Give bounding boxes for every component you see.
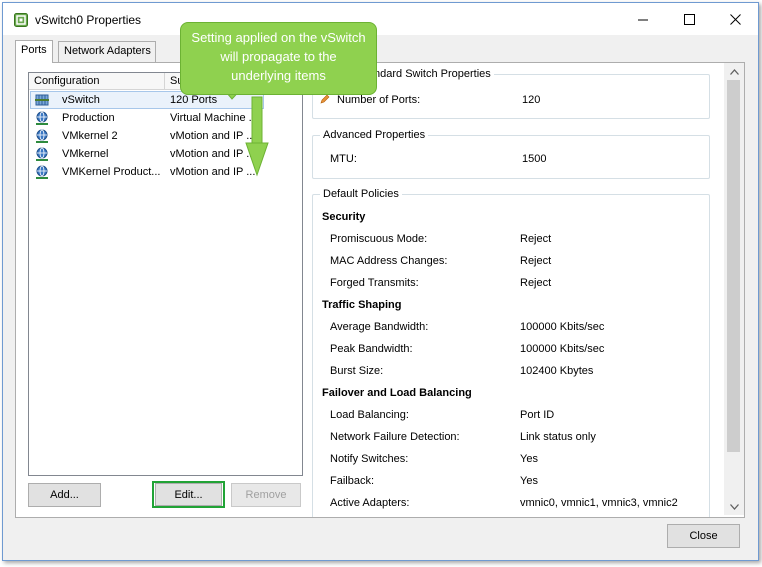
- mac-address-changes-label: MAC Address Changes:: [330, 255, 448, 267]
- peak-bandwidth-label: Peak Bandwidth:: [330, 343, 413, 355]
- network-failure-detection-value: Link status only: [520, 431, 596, 443]
- list-item-name: VMkernel: [62, 148, 109, 160]
- tab-network-adapters-label: Network Adapters: [64, 45, 151, 57]
- scroll-up-button[interactable]: [724, 63, 744, 80]
- list-item-name: VMKernel Product...: [62, 166, 161, 178]
- group-title: Default Policies: [320, 188, 402, 200]
- load-balancing-value: Port ID: [520, 409, 555, 421]
- chevron-up-icon: [729, 68, 739, 75]
- group-title: ndard Switch Properties: [371, 68, 494, 80]
- network-icon: [36, 165, 48, 179]
- add-button-label: Add...: [50, 489, 79, 501]
- close-button-label: Close: [689, 530, 718, 542]
- properties-panel: ndard Switch Properties Number of Ports:…: [312, 65, 742, 517]
- tab-ports[interactable]: Ports: [15, 40, 53, 63]
- add-button[interactable]: Add...: [28, 483, 101, 507]
- number-of-ports-value: 120: [522, 94, 541, 106]
- forged-transmits-label: Forged Transmits:: [330, 277, 419, 289]
- burst-size-value: 102400 Kbytes: [520, 365, 594, 377]
- chevron-down-icon: [729, 503, 739, 510]
- promiscuous-mode-value: Reject: [520, 233, 552, 245]
- burst-size-label: Burst Size:: [330, 365, 384, 377]
- mtu-label: MTU:: [330, 153, 357, 165]
- remove-button[interactable]: Remove: [231, 483, 301, 507]
- average-bandwidth-value: 100000 Kbits/sec: [520, 321, 605, 333]
- edit-button-label: Edit...: [174, 488, 203, 501]
- list-item-name: Production: [62, 112, 115, 124]
- notify-switches-label: Notify Switches:: [330, 453, 409, 465]
- scrollbar-thumb[interactable]: [727, 80, 740, 452]
- failover-section-header: Failover and Load Balancing: [322, 387, 472, 399]
- minimize-icon: [637, 19, 648, 20]
- close-window-button[interactable]: [712, 3, 758, 35]
- network-icon: [36, 129, 48, 143]
- maximize-button[interactable]: [666, 3, 712, 35]
- promiscuous-mode-label: Promiscuous Mode:: [330, 233, 428, 245]
- active-adapters-value: vmnic0, vmnic1, vmnic3, vmnic2: [520, 497, 678, 509]
- peak-bandwidth-value: 100000 Kbits/sec: [520, 343, 605, 355]
- active-adapters-label: Active Adapters:: [330, 497, 410, 509]
- title-bar: vSwitch0 Properties: [3, 3, 758, 35]
- window-title: vSwitch0 Properties: [35, 13, 142, 27]
- mac-address-changes-value: Reject: [520, 255, 552, 267]
- network-failure-detection-label: Network Failure Detection:: [330, 431, 460, 443]
- close-button[interactable]: Close: [667, 524, 740, 548]
- notify-switches-value: Yes: [520, 453, 538, 465]
- vsphere-app-icon: [14, 13, 28, 27]
- mtu-value: 1500: [522, 153, 547, 165]
- ports-tab-panel: Configuration Su vSwitch 120 Ports Produ…: [15, 62, 745, 518]
- properties-scrollbar[interactable]: [724, 63, 744, 515]
- tab-network-adapters[interactable]: Network Adapters: [58, 41, 156, 63]
- minimize-button[interactable]: [620, 3, 666, 35]
- callout-text: Setting applied on the vSwitch will prop…: [191, 30, 366, 83]
- list-item-name: vSwitch: [62, 94, 100, 106]
- scroll-down-button[interactable]: [724, 498, 744, 515]
- properties-dialog: vSwitch0 Properties Ports Network Adapte…: [2, 2, 759, 561]
- maximize-icon: [683, 13, 695, 25]
- traffic-shaping-section-header: Traffic Shaping: [322, 299, 402, 311]
- column-header-configuration-label: Configuration: [34, 75, 100, 87]
- group-title: Advanced Properties: [320, 129, 429, 141]
- load-balancing-label: Load Balancing:: [330, 409, 409, 421]
- forged-transmits-value: Reject: [520, 277, 552, 289]
- list-item-name: VMkernel 2: [62, 130, 118, 142]
- failback-value: Yes: [520, 475, 538, 487]
- tab-ports-label: Ports: [21, 44, 47, 56]
- callout-annotation: Setting applied on the vSwitch will prop…: [180, 22, 377, 95]
- average-bandwidth-label: Average Bandwidth:: [330, 321, 429, 333]
- advanced-properties-group: Advanced Properties MTU: 1500: [312, 129, 710, 179]
- column-header-configuration[interactable]: Configuration: [29, 73, 165, 90]
- callout-arrow: [219, 85, 269, 177]
- vswitch-icon: [35, 94, 49, 106]
- network-icon: [36, 147, 48, 161]
- close-icon: [729, 13, 741, 25]
- remove-button-label: Remove: [245, 489, 287, 501]
- default-policies-group: Default Policies Security Promiscuous Mo…: [312, 188, 710, 517]
- security-section-header: Security: [322, 211, 366, 223]
- edit-button[interactable]: Edit...: [155, 483, 222, 506]
- failback-label: Failback:: [330, 475, 375, 487]
- number-of-ports-label: Number of Ports:: [337, 94, 421, 106]
- network-icon: [36, 111, 48, 125]
- edit-pencil-icon: [320, 94, 330, 104]
